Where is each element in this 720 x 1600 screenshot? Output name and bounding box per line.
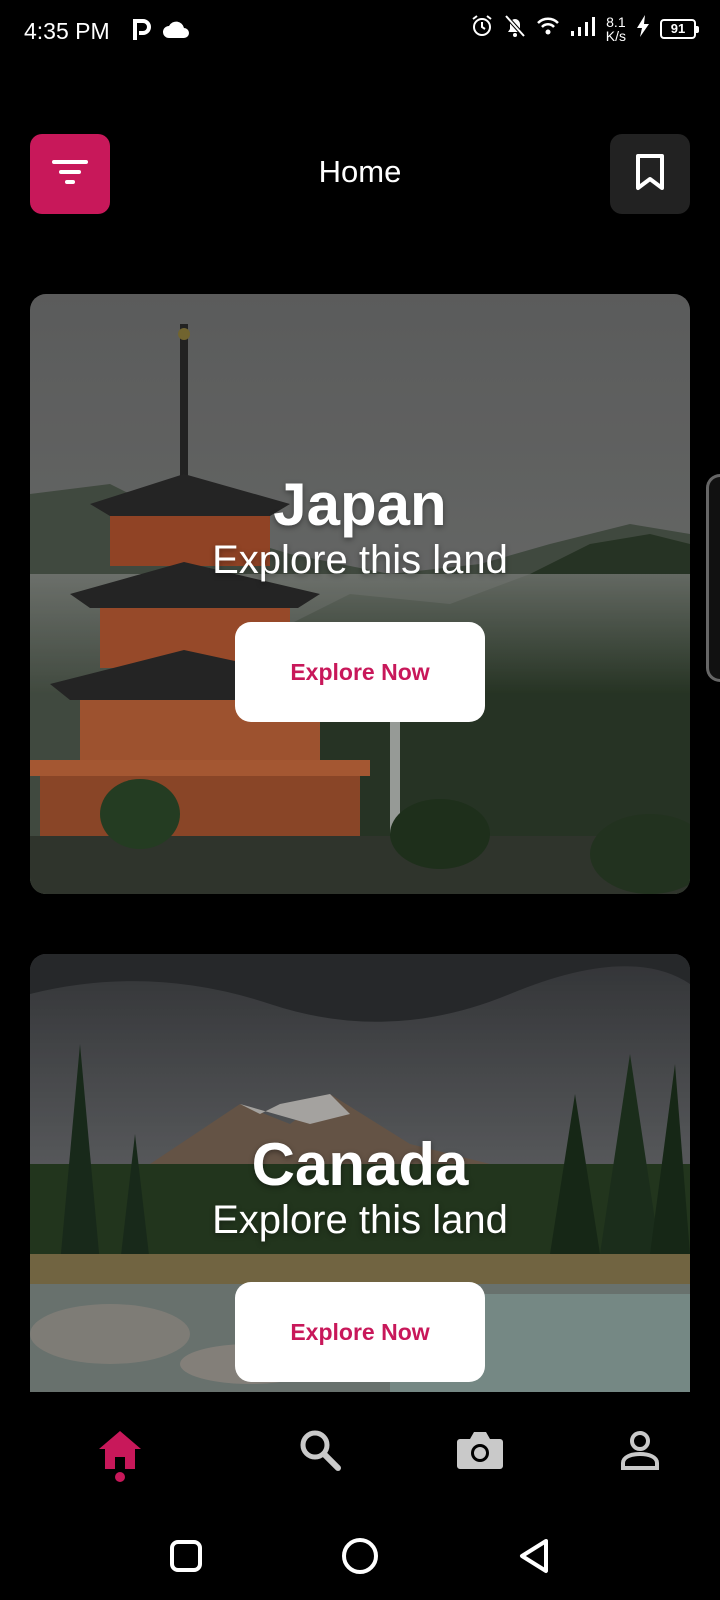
camera-icon [456, 1429, 504, 1476]
status-system-icons: 8.1 K/s 91 [470, 14, 699, 43]
back-button[interactable] [512, 1536, 556, 1580]
card-title: Japan [273, 471, 447, 538]
side-drawer-handle[interactable] [706, 474, 720, 682]
bell-off-icon [504, 14, 526, 43]
nav-search[interactable] [290, 1422, 350, 1482]
nav-profile[interactable] [610, 1422, 670, 1482]
recent-apps-icon [169, 1539, 203, 1578]
card-overlay [30, 294, 690, 894]
alarm-icon [470, 14, 494, 43]
status-notification-icons [132, 18, 190, 47]
card-subtitle: Explore this land [212, 538, 508, 582]
card-title: Canada [251, 1131, 469, 1198]
home-circle-icon [341, 1537, 379, 1580]
bookmark-icon [635, 153, 665, 196]
battery-icon: 91 [660, 18, 699, 39]
system-navigation-bar [0, 1516, 720, 1600]
net-speed: 8.1 K/s [606, 15, 626, 43]
search-icon [298, 1428, 342, 1477]
card-subtitle: Explore this land [212, 1198, 508, 1242]
net-speed-value: 8.1 [606, 13, 626, 30]
bookmark-button[interactable] [610, 134, 690, 214]
recent-apps-button[interactable] [164, 1536, 208, 1580]
status-bar: 4:35 PM 8.1 K/s 91 [0, 0, 720, 64]
explore-now-button[interactable]: Explore Now [235, 1282, 485, 1382]
active-indicator-dot [115, 1472, 125, 1482]
destination-card-japan[interactable]: Japan Explore this land Explore Now [30, 294, 690, 894]
back-icon [517, 1538, 551, 1579]
profile-icon [620, 1430, 660, 1475]
wifi-icon [536, 16, 560, 41]
bottom-navigation [0, 1392, 720, 1516]
destination-card-canada[interactable]: Canada Explore this land Explore Now [30, 954, 690, 1392]
home-icon [97, 1429, 143, 1476]
battery-level: 91 [670, 21, 686, 36]
nav-camera[interactable] [450, 1422, 510, 1482]
signal-icon [570, 16, 596, 41]
system-home-button[interactable] [338, 1536, 382, 1580]
status-time: 4:35 PM [24, 18, 110, 44]
net-speed-unit: K/s [605, 27, 626, 44]
cloud-icon [162, 20, 190, 45]
explore-now-button[interactable]: Explore Now [235, 622, 485, 722]
p-icon [132, 18, 152, 47]
charging-icon [636, 15, 650, 42]
